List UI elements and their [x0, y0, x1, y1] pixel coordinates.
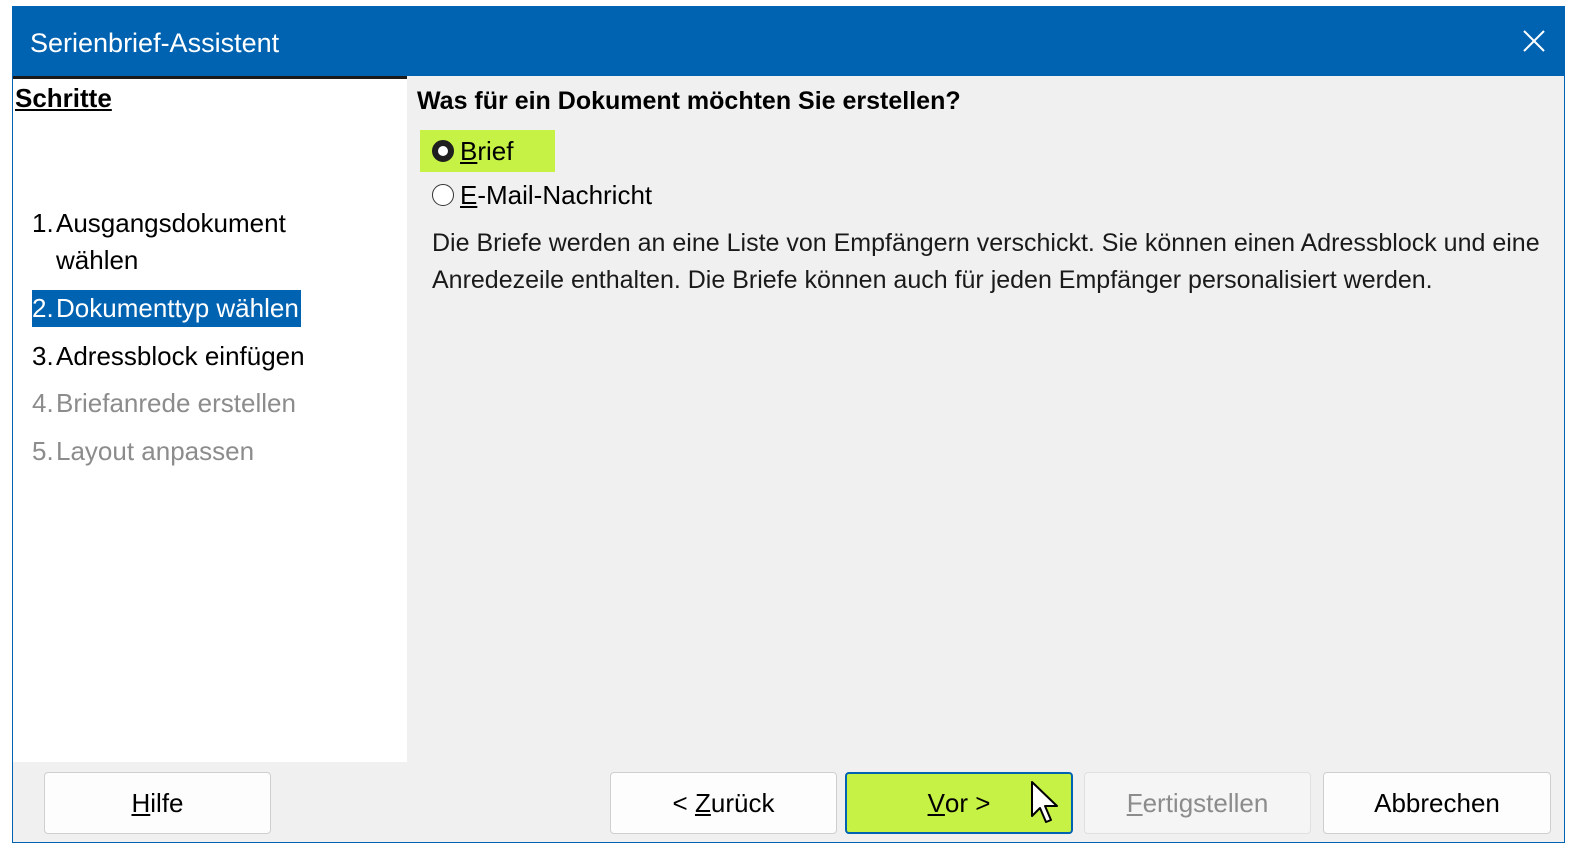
- radio-unchecked-icon: [432, 184, 454, 206]
- step-number: 5.: [32, 436, 54, 466]
- label-rest: rief: [477, 135, 514, 166]
- mnemonic: B: [460, 135, 478, 166]
- step-label: Layout anpassen: [56, 436, 255, 466]
- step-number: 4.: [32, 388, 54, 418]
- step-label: Briefanrede erstellen: [56, 388, 296, 418]
- option-description: Die Briefe werden an eine Liste von Empf…: [432, 229, 1540, 294]
- step-1-source-document[interactable]: 1. Ausgangsdokument wählen: [32, 205, 286, 279]
- label-rest: or >: [944, 787, 991, 818]
- step-3-address-block[interactable]: 3. Adressblock einfügen: [32, 338, 305, 375]
- label-rest: -Mail-Nachricht: [477, 179, 653, 210]
- label-rest: ertigstellen: [1142, 787, 1269, 818]
- close-button[interactable]: [1512, 19, 1556, 63]
- option-letter[interactable]: Brief: [420, 130, 556, 172]
- cancel-button[interactable]: Abbrechen: [1323, 772, 1551, 834]
- option-email[interactable]: E-Mail-Nachricht: [432, 175, 652, 215]
- step-label: Adressblock einfügen: [56, 341, 305, 371]
- step-2-document-type[interactable]: 2. Dokumenttyp wählen: [32, 290, 301, 327]
- steps-heading: Schritte: [15, 83, 112, 113]
- mnemonic: H: [131, 787, 151, 818]
- mnemonic: E: [460, 179, 478, 210]
- step-5-layout: 5. Layout anpassen: [32, 433, 254, 470]
- step-number: 2.: [32, 293, 54, 323]
- wizard-dialog: Serienbrief-Assistent Schritte 1. Ausgan…: [12, 6, 1565, 843]
- help-button[interactable]: Hilfe: [44, 772, 271, 834]
- finish-button: Fertigstellen: [1084, 772, 1311, 834]
- label-rest: ilfe: [150, 787, 184, 818]
- radio-checked-icon: [432, 140, 454, 162]
- close-icon: [1523, 30, 1545, 52]
- option-letter-label: Brief: [460, 136, 513, 167]
- steps-sidebar: Schritte 1. Ausgangsdokument wählen 2. D…: [13, 76, 407, 762]
- step-number: 3.: [32, 341, 54, 371]
- back-button[interactable]: < Zurück: [610, 772, 837, 834]
- label-rest: urück: [710, 787, 775, 818]
- option-email-label: E-Mail-Nachricht: [460, 180, 652, 211]
- step-4-salutation: 4. Briefanrede erstellen: [32, 385, 296, 422]
- mnemonic: Z: [694, 787, 711, 818]
- step-label-line2: wählen: [56, 245, 139, 275]
- step-label-line1: Ausgangsdokument: [56, 208, 286, 238]
- window-title: Serienbrief-Assistent: [30, 28, 280, 58]
- step-number: 1.: [32, 208, 54, 238]
- label: Abbrechen: [1374, 787, 1500, 818]
- step-label: Dokumenttyp wählen: [56, 293, 299, 323]
- label-prefix: <: [672, 787, 695, 818]
- step-label: Ausgangsdokument wählen: [56, 205, 286, 279]
- mouse-pointer-icon: [1031, 781, 1058, 823]
- title-bar: Serienbrief-Assistent: [13, 7, 1564, 76]
- page-question: Was für ein Dokument möchten Sie erstell…: [417, 87, 961, 115]
- mnemonic: V: [927, 787, 945, 818]
- mnemonic: F: [1126, 787, 1143, 818]
